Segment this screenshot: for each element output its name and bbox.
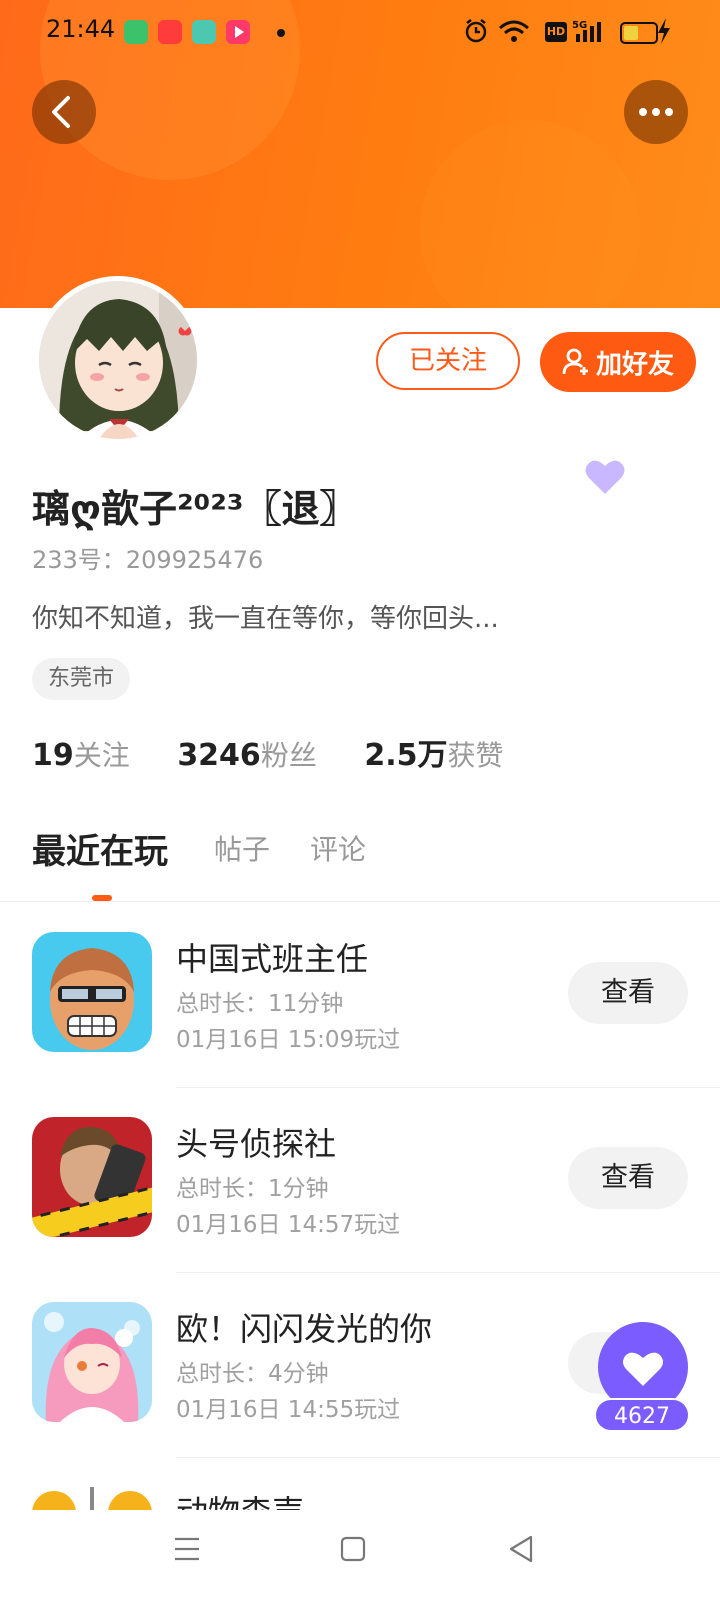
add-friend-button[interactable]: 加好友: [540, 332, 696, 392]
user-bio: 你知不知道，我一直在等你，等你回头...: [32, 604, 499, 634]
list-item[interactable]: 动物森声: [0, 1487, 720, 1510]
status-bar: 21:44 HD 5G: [0, 0, 720, 64]
app-notification-icon: [124, 20, 148, 44]
chevron-left-icon: [52, 96, 70, 128]
profile-stats: 19关注 3246粉丝 2.5万获赞: [32, 730, 542, 774]
user-id: 233号：209925476: [32, 546, 264, 574]
game-duration: 总时长：1分钟: [176, 1176, 329, 1202]
list-item[interactable]: 头号侦探社 总时长：1分钟 01月16日 14:57玩过 查看: [0, 1117, 720, 1301]
signal-icon: 5G: [572, 20, 601, 42]
tab-posts[interactable]: 帖子: [214, 828, 270, 868]
game-icon: [32, 1117, 152, 1237]
stat-likes[interactable]: 2.5万获赞: [364, 730, 503, 774]
divider: [176, 1272, 720, 1273]
charging-icon: [658, 18, 670, 44]
more-dots-icon: [639, 108, 673, 116]
view-button[interactable]: 查看: [568, 1147, 688, 1209]
game-last-played: 01月16日 14:55玩过: [176, 1397, 401, 1423]
game-name: 中国式班主任: [176, 940, 369, 978]
video-app-icon: [226, 20, 250, 44]
game-duration: 总时长：11分钟: [176, 991, 344, 1017]
alarm-icon: [465, 19, 487, 43]
view-button[interactable]: 查看: [568, 962, 688, 1024]
add-friend-label: 加好友: [595, 349, 674, 380]
home-icon[interactable]: [340, 1536, 366, 1562]
username: 璃ღ歆子²⁰²³〖退〗: [32, 487, 358, 531]
more-options-button[interactable]: [624, 80, 688, 144]
tab-comments[interactable]: 评论: [310, 828, 366, 868]
avatar[interactable]: [34, 276, 202, 444]
like-count-badge: 4627: [594, 1398, 690, 1432]
avatar-image: [39, 281, 197, 439]
followed-button[interactable]: 已关注: [376, 332, 520, 390]
game-last-played: 01月16日 14:57玩过: [176, 1212, 401, 1238]
stat-fans[interactable]: 3246粉丝: [177, 734, 317, 774]
network-label: 5G: [572, 20, 587, 31]
system-nav-bar: [0, 1510, 720, 1600]
notification-dot-icon: [277, 29, 285, 37]
status-time: 21:44: [46, 15, 116, 43]
wifi-icon: [499, 20, 529, 42]
app-notification-icon: [192, 20, 216, 44]
menu-icon[interactable]: [174, 1536, 200, 1562]
add-user-icon: [562, 348, 588, 375]
game-name: 动物森声: [176, 1487, 304, 1510]
divider: [0, 901, 720, 902]
back-nav-icon[interactable]: [508, 1534, 534, 1564]
game-duration: 总时长：4分钟: [176, 1361, 329, 1387]
divider: [176, 1457, 720, 1458]
hd-badge: HD: [545, 22, 567, 42]
game-last-played: 01月16日 15:09玩过: [176, 1027, 401, 1053]
app-notification-icon: [158, 20, 182, 44]
game-icon: [32, 1302, 152, 1422]
game-icon: [32, 932, 152, 1052]
list-item[interactable]: 中国式班主任 总时长：11分钟 01月16日 15:09玩过 查看: [0, 932, 720, 1116]
divider: [176, 1087, 720, 1088]
game-icon: [32, 1487, 152, 1510]
game-name: 欧！闪闪发光的你: [176, 1310, 433, 1348]
stat-following[interactable]: 19关注: [32, 734, 130, 774]
location-tag: 东莞市: [32, 658, 131, 700]
game-name: 头号侦探社: [176, 1125, 337, 1163]
tab-recently-played[interactable]: 最近在玩: [32, 824, 168, 873]
heart-icon[interactable]: [584, 458, 626, 496]
back-button[interactable]: [32, 80, 96, 144]
battery-icon: [620, 22, 658, 44]
